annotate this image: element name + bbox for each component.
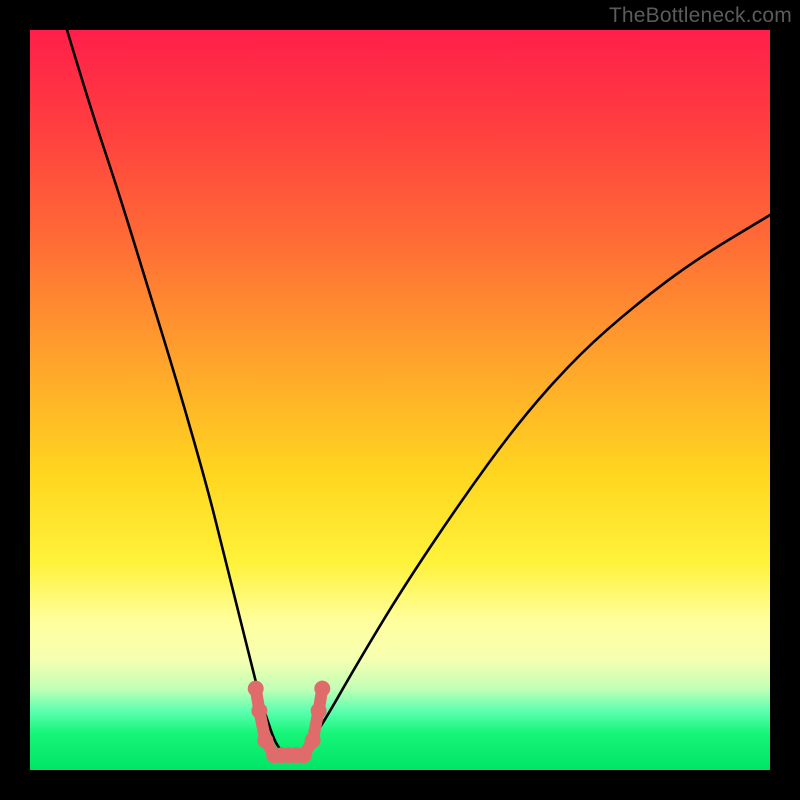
watermark-text: TheBottleneck.com xyxy=(609,4,792,28)
marker-dot xyxy=(296,747,312,763)
marker-dot xyxy=(311,703,327,719)
marker-dot xyxy=(248,681,264,697)
curve-layer xyxy=(30,30,770,770)
figure-frame: TheBottleneck.com xyxy=(0,0,800,800)
marker-dot xyxy=(257,732,273,748)
bottleneck-curve xyxy=(67,30,770,755)
plot-area xyxy=(30,30,770,770)
marker-dot xyxy=(305,732,321,748)
marker-dot xyxy=(251,703,267,719)
marker-dot xyxy=(314,681,330,697)
marker-cluster xyxy=(248,681,331,764)
